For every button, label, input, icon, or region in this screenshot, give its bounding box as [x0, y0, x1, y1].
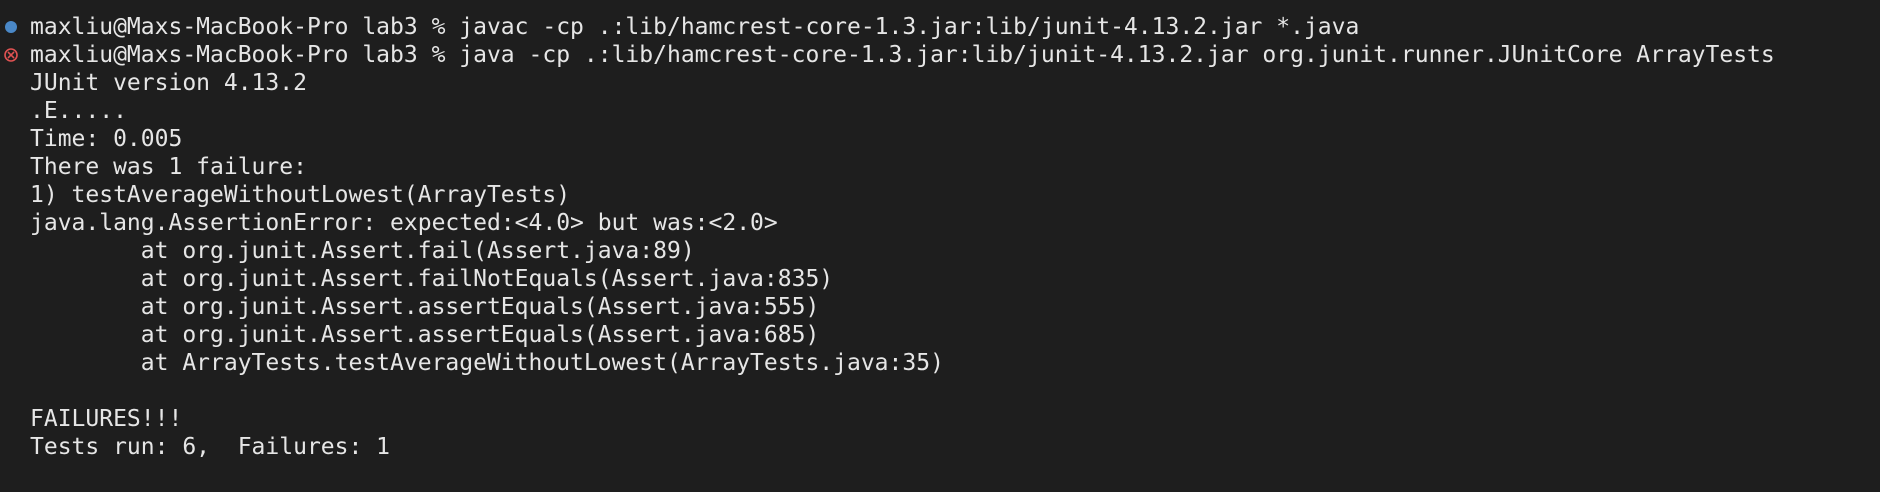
prompt-text: maxliu@Maxs-MacBook-Pro lab3 %: [30, 14, 460, 40]
output-stack-frame: at org.junit.Assert.fail(Assert.java:89): [30, 238, 695, 264]
output-stack-frame: at org.junit.Assert.failNotEquals(Assert…: [30, 266, 834, 292]
command-error-decoration[interactable]: [1, 41, 21, 69]
command-line-2: maxliu@Maxs-MacBook-Pro lab3 % java -cp …: [30, 41, 1775, 69]
terminal-panel[interactable]: maxliu@Maxs-MacBook-Pro lab3 % javac -cp…: [0, 0, 1880, 492]
output-stack-frame: at org.junit.Assert.assertEquals(Assert.…: [30, 322, 820, 348]
output-failure-count: There was 1 failure:: [30, 154, 307, 180]
output-summary: Tests run: 6, Failures: 1: [30, 434, 391, 460]
command-success-decoration[interactable]: [1, 13, 21, 41]
output-time: Time: 0.005: [30, 126, 183, 152]
command-line-1: maxliu@Maxs-MacBook-Pro lab3 % javac -cp…: [30, 13, 1359, 41]
success-dot-icon: [5, 21, 17, 33]
output-failures-banner: FAILURES!!!: [30, 406, 183, 432]
command-text: javac -cp .:lib/hamcrest-core-1.3.jar:li…: [459, 14, 1360, 40]
output-progress: .E.....: [30, 98, 127, 124]
output-stack-frame: at ArrayTests.testAverageWithoutLowest(A…: [30, 350, 944, 376]
output-failed-test: 1) testAverageWithoutLowest(ArrayTests): [30, 182, 571, 208]
output-junit-version: JUnit version 4.13.2: [30, 70, 307, 96]
output-assertion-error: java.lang.AssertionError: expected:<4.0>…: [30, 210, 778, 236]
output-stack-frame: at org.junit.Assert.assertEquals(Assert.…: [30, 294, 820, 320]
command-text: java -cp .:lib/hamcrest-core-1.3.jar:lib…: [459, 42, 1775, 68]
prompt-text: maxliu@Maxs-MacBook-Pro lab3 %: [30, 42, 460, 68]
error-circle-x-icon: [4, 48, 18, 62]
